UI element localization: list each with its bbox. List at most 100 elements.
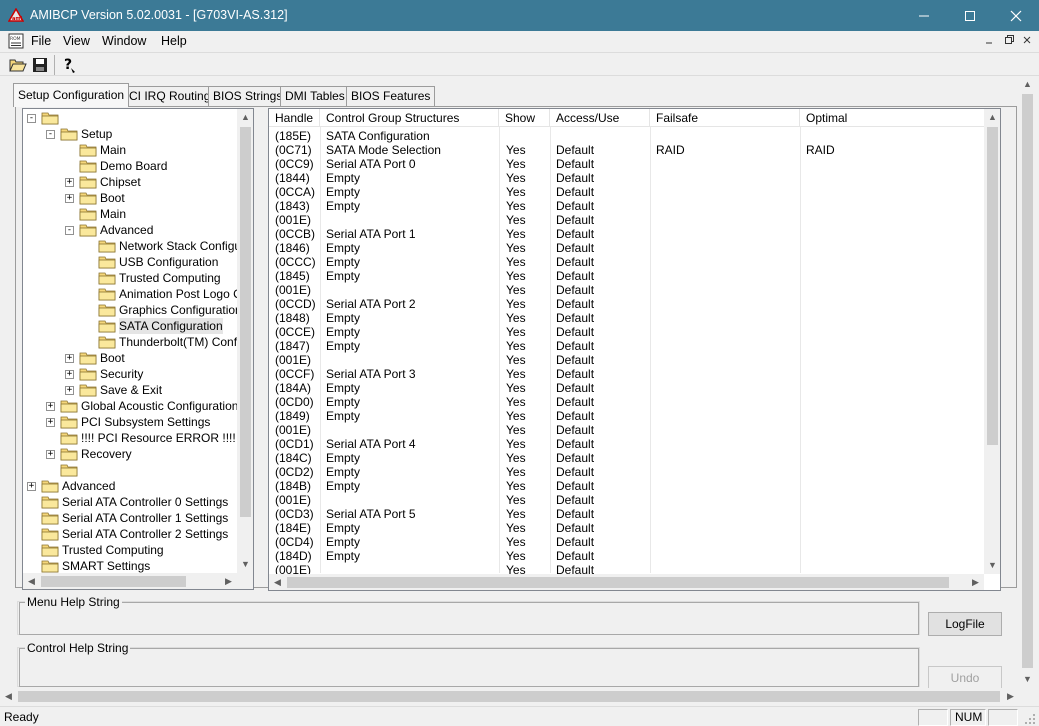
tree-horizontal-scrollbar[interactable]: ◀ ▶ <box>23 573 237 589</box>
tree-item[interactable]: + Advanced <box>23 478 237 494</box>
tree-item[interactable]: Serial ATA Controller 0 Settings <box>23 494 237 510</box>
col-header-failsafe[interactable]: Failsafe <box>650 109 800 127</box>
table-row[interactable]: (1849) Empty Yes Default <box>269 409 985 423</box>
scroll-up-icon[interactable]: ▲ <box>1019 76 1036 93</box>
tree-item[interactable]: + Boot <box>23 190 237 206</box>
mdi-close-button[interactable] <box>1019 33 1035 49</box>
table-row[interactable]: (0CCC) Empty Yes Default <box>269 255 985 269</box>
col-header-control-group[interactable]: Control Group Structures <box>320 109 499 127</box>
table-row[interactable]: (0CD4) Empty Yes Default <box>269 535 985 549</box>
scroll-down-icon[interactable]: ▼ <box>1019 671 1036 688</box>
grid-vertical-scrollbar[interactable]: ▲ ▼ <box>984 109 1000 574</box>
scroll-right-icon[interactable]: ▶ <box>220 573 237 589</box>
tree-item[interactable]: !!!! PCI Resource ERROR !!!! <box>23 430 237 446</box>
window-vertical-scrollbar[interactable]: ▲ ▼ <box>1019 76 1036 688</box>
expand-icon[interactable]: + <box>65 194 74 203</box>
table-row[interactable]: (0CD0) Empty Yes Default <box>269 395 985 409</box>
collapse-icon[interactable]: - <box>27 114 36 123</box>
help-button[interactable]: ? <box>61 55 81 75</box>
grid-horizontal-scrollbar[interactable]: ◀ ▶ <box>269 574 984 590</box>
table-row[interactable]: (1846) Empty Yes Default <box>269 241 985 255</box>
table-row[interactable]: (0CD1) Serial ATA Port 4 Yes Default <box>269 437 985 451</box>
expand-icon[interactable]: + <box>46 450 55 459</box>
tree-item[interactable]: Demo Board <box>23 158 237 174</box>
tree-item[interactable]: SMART Settings <box>23 558 237 574</box>
tree-item[interactable]: + Chipset <box>23 174 237 190</box>
scroll-left-icon[interactable]: ◀ <box>269 574 286 590</box>
undo-button[interactable]: Undo <box>928 666 1002 690</box>
col-header-show[interactable]: Show <box>499 109 550 127</box>
scroll-thumb[interactable] <box>1022 94 1033 668</box>
tab-setup-configuration[interactable]: Setup Configuration <box>13 83 130 107</box>
tree-item[interactable]: Network Stack Configura <box>23 238 252 254</box>
table-row[interactable]: (0CC9) Serial ATA Port 0 Yes Default <box>269 157 985 171</box>
table-row[interactable]: (0C71) SATA Mode Selection Yes Default RAID R… <box>269 143 985 157</box>
scroll-thumb[interactable] <box>987 127 998 445</box>
mdi-minimize-button[interactable] <box>981 33 997 49</box>
table-row[interactable]: (0CCB) Serial ATA Port 1 Yes Default <box>269 227 985 241</box>
tree-item[interactable]: Main <box>23 142 237 158</box>
mdi-restore-button[interactable] <box>1001 33 1017 49</box>
table-row[interactable]: (001E) Yes Default <box>269 283 985 297</box>
window-horizontal-scrollbar[interactable]: ◀ ▶ <box>0 688 1019 705</box>
table-row[interactable]: (0CCE) Empty Yes Default <box>269 325 985 339</box>
table-row[interactable]: (184B) Empty Yes Default <box>269 479 985 493</box>
table-row[interactable]: (001E) Yes Default <box>269 423 985 437</box>
resize-grip-icon[interactable] <box>1024 713 1036 725</box>
document-icon[interactable]: ROM <box>8 33 24 49</box>
tree-item[interactable]: USB Configuration <box>23 254 237 270</box>
menu-window[interactable]: Window <box>102 34 146 48</box>
minimize-button[interactable] <box>901 0 947 31</box>
table-row[interactable]: (001E) Yes Default <box>269 493 985 507</box>
expand-icon[interactable]: + <box>27 482 36 491</box>
tree-item[interactable]: + PCI Subsystem Settings <box>23 414 237 430</box>
tree-item[interactable]: Trusted Computing <box>23 270 237 286</box>
open-button[interactable] <box>9 55 29 75</box>
menu-file[interactable]: File <box>31 34 51 48</box>
table-row[interactable]: (1843) Empty Yes Default <box>269 199 985 213</box>
expand-icon[interactable]: + <box>46 402 55 411</box>
table-row[interactable]: (1844) Empty Yes Default <box>269 171 985 185</box>
collapse-icon[interactable]: - <box>65 226 74 235</box>
table-row[interactable]: (1848) Empty Yes Default <box>269 311 985 325</box>
table-row[interactable]: (0CCD) Serial ATA Port 2 Yes Default <box>269 297 985 311</box>
scroll-right-icon[interactable]: ▶ <box>1002 688 1019 705</box>
table-row[interactable]: (0CD2) Empty Yes Default <box>269 465 985 479</box>
table-row[interactable]: (0CCA) Empty Yes Default <box>269 185 985 199</box>
tree-item[interactable]: Main <box>23 206 237 222</box>
expand-icon[interactable]: + <box>46 418 55 427</box>
collapse-icon[interactable]: - <box>46 130 55 139</box>
save-button[interactable] <box>32 55 52 75</box>
table-row[interactable]: (0CCF) Serial ATA Port 3 Yes Default <box>269 367 985 381</box>
setup-tree[interactable]: - - Setup Main Demo Board + Chipset + Boot Main - A… <box>22 108 254 590</box>
tree-item[interactable] <box>23 462 237 478</box>
col-header-handle[interactable]: Handle <box>269 109 320 127</box>
scroll-left-icon[interactable]: ◀ <box>0 688 17 705</box>
scroll-down-icon[interactable]: ▼ <box>237 556 253 573</box>
table-row[interactable]: (184C) Empty Yes Default <box>269 451 985 465</box>
tree-item[interactable]: Animation Post Logo Con <box>23 286 253 302</box>
tree-item[interactable]: Trusted Computing <box>23 542 237 558</box>
table-row[interactable]: (184A) Empty Yes Default <box>269 381 985 395</box>
tree-item[interactable]: + Security <box>23 366 237 382</box>
scroll-down-icon[interactable]: ▼ <box>984 557 1000 574</box>
logfile-button[interactable]: LogFile <box>928 612 1002 636</box>
scroll-up-icon[interactable]: ▲ <box>984 109 1000 126</box>
tab-bios-strings[interactable]: BIOS Strings <box>208 86 288 106</box>
tab-dmi-tables[interactable]: DMI Tables <box>280 86 350 106</box>
tree-item[interactable]: + Boot <box>23 350 237 366</box>
tree-item[interactable]: Graphics Configuration <box>23 302 242 318</box>
scroll-thumb[interactable] <box>287 577 949 588</box>
maximize-button[interactable] <box>947 0 993 31</box>
table-row[interactable]: (1845) Empty Yes Default <box>269 269 985 283</box>
scroll-left-icon[interactable]: ◀ <box>23 573 40 589</box>
close-button[interactable] <box>993 0 1039 31</box>
scroll-right-icon[interactable]: ▶ <box>967 574 984 590</box>
menu-help[interactable]: Help <box>161 34 187 48</box>
expand-icon[interactable]: + <box>65 354 74 363</box>
table-row[interactable]: (184E) Empty Yes Default <box>269 521 985 535</box>
scroll-up-icon[interactable]: ▲ <box>237 109 253 126</box>
table-row[interactable]: (1847) Empty Yes Default <box>269 339 985 353</box>
table-row[interactable]: (001E) Yes Default <box>269 353 985 367</box>
expand-icon[interactable]: + <box>65 386 74 395</box>
